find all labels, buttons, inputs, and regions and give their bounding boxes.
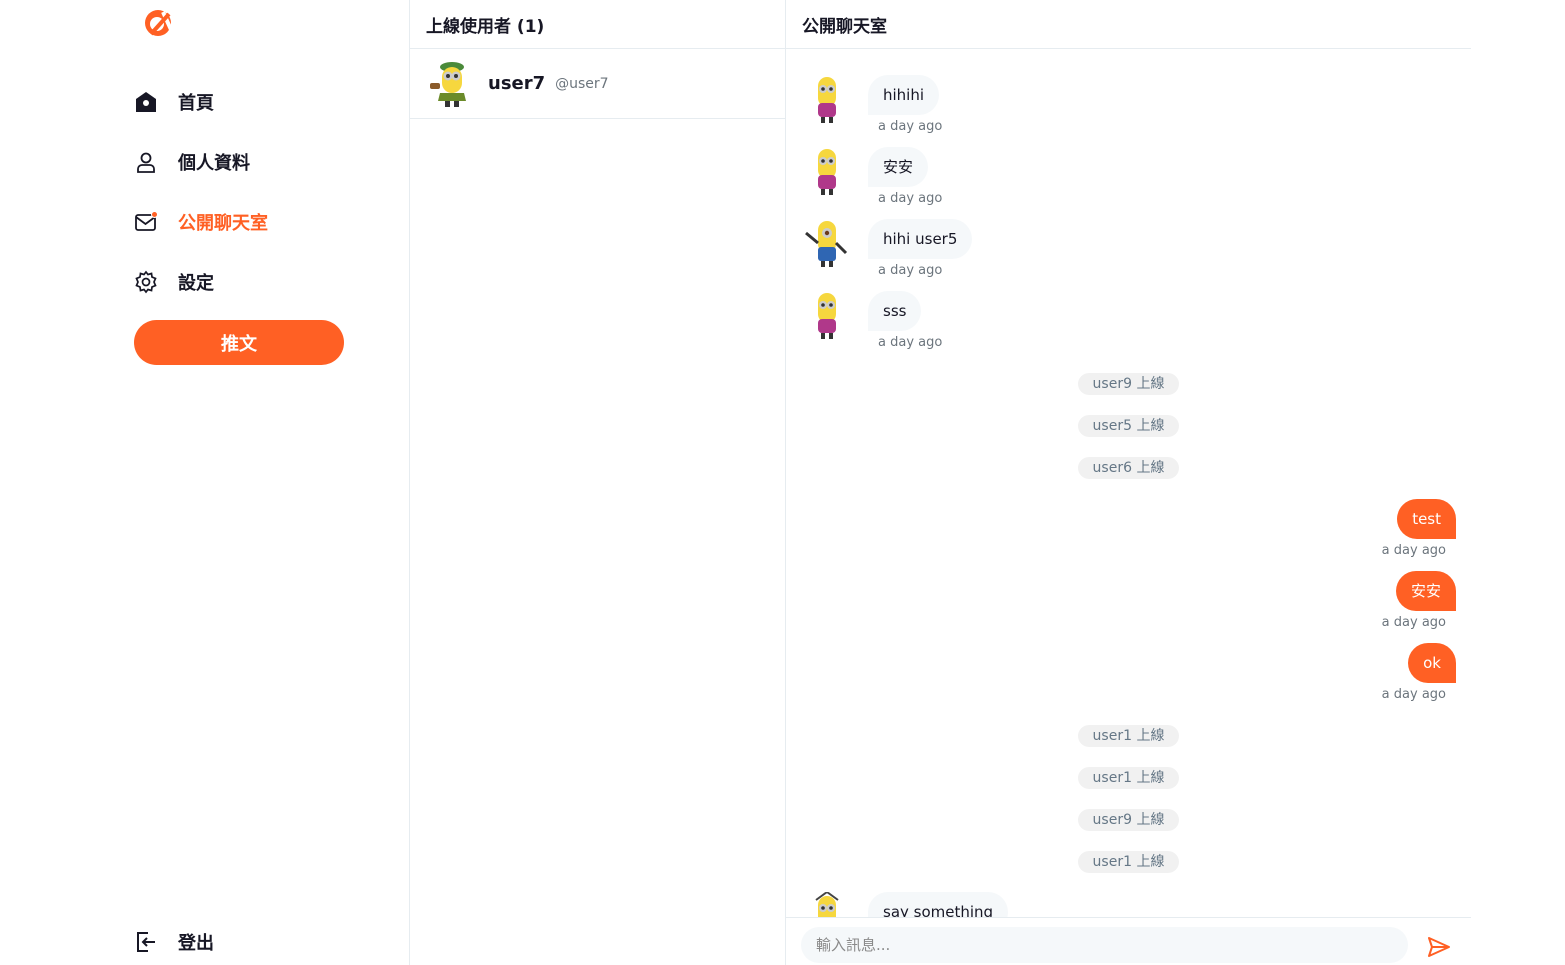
- message-incoming: 安安 a day ago: [802, 147, 942, 206]
- system-notice: user1 上線: [786, 851, 1471, 873]
- message-incoming: sss a day ago: [802, 291, 942, 350]
- message-outgoing: ok a day ago: [1382, 643, 1456, 702]
- online-users-panel: 上線使用者 (1) user7 @user7: [410, 0, 786, 965]
- system-notice: user9 上線: [786, 809, 1471, 831]
- message-time: a day ago: [1381, 615, 1446, 630]
- logout-icon: [134, 930, 158, 954]
- nav-item-label: 設定: [178, 273, 214, 294]
- system-notice-text: user1 上線: [1077, 851, 1180, 873]
- online-users-title: 上線使用者 (1): [410, 0, 785, 49]
- system-notice-text: user6 上線: [1077, 457, 1180, 479]
- message-time: a day ago: [878, 119, 943, 134]
- online-user-row[interactable]: user7 @user7: [410, 49, 785, 119]
- logout-label: 登出: [178, 933, 214, 954]
- chat-panel: 公開聊天室 hihihi a day ago 安安 a day ago hihi…: [786, 0, 1471, 965]
- message-time: a day ago: [1381, 543, 1446, 558]
- online-user-account: @user7: [555, 75, 609, 92]
- mail-icon: [134, 210, 158, 234]
- message-outgoing: 安安 a day ago: [1382, 571, 1456, 630]
- system-notice: user5 上線: [786, 415, 1471, 437]
- nav-item-home[interactable]: 首頁: [134, 87, 214, 117]
- avatar[interactable]: [802, 75, 852, 125]
- nav-item-label: 首頁: [178, 93, 214, 114]
- message-bubble: test: [1397, 499, 1456, 539]
- system-notice: user6 上線: [786, 457, 1471, 479]
- logo-icon[interactable]: [141, 4, 177, 40]
- logout-button[interactable]: 登出: [134, 927, 214, 957]
- home-icon: [134, 90, 158, 114]
- message-incoming: hihihi a day ago: [802, 75, 942, 134]
- system-notice-text: user1 上線: [1077, 725, 1180, 747]
- nav-item-label: 個人資料: [178, 153, 250, 174]
- avatar[interactable]: [802, 892, 852, 917]
- gear-icon: [134, 270, 158, 294]
- message-bubble: sss: [868, 291, 922, 331]
- avatar[interactable]: [426, 58, 476, 109]
- chat-title: 公開聊天室: [786, 0, 1471, 49]
- message-time: a day ago: [878, 335, 943, 350]
- nav-item-profile[interactable]: 個人資料: [134, 147, 250, 177]
- message-list[interactable]: hihihi a day ago 安安 a day ago hihi user5…: [786, 50, 1471, 917]
- system-notice: user9 上線: [786, 373, 1471, 395]
- nav-item-settings[interactable]: 設定: [134, 267, 214, 297]
- message-bubble: hihihi: [868, 75, 940, 115]
- nav-item-label: 公開聊天室: [178, 213, 268, 234]
- system-notice: user1 上線: [786, 725, 1471, 747]
- message-bubble: 安安: [868, 147, 929, 187]
- tweet-button[interactable]: 推文: [134, 320, 344, 365]
- online-user-name[interactable]: user7: [488, 73, 545, 94]
- message-bubble: ok: [1408, 643, 1456, 683]
- send-icon[interactable]: [1427, 935, 1451, 959]
- system-notice-text: user9 上線: [1077, 809, 1180, 831]
- system-notice-text: user9 上線: [1077, 373, 1180, 395]
- sidebar-nav: 首頁 個人資料 公開聊天室 設定 推文 登出: [0, 0, 410, 965]
- avatar[interactable]: [802, 291, 852, 341]
- message-time: a day ago: [1381, 687, 1446, 702]
- nav-item-public-chat[interactable]: 公開聊天室: [134, 207, 268, 237]
- message-input[interactable]: [801, 927, 1408, 963]
- message-bubble: say something: [868, 892, 1009, 917]
- system-notice: user1 上線: [786, 767, 1471, 789]
- system-notice-text: user1 上線: [1077, 767, 1180, 789]
- avatar[interactable]: [802, 147, 852, 197]
- message-outgoing: test a day ago: [1382, 499, 1456, 558]
- message-bubble: hihi user5: [868, 219, 973, 259]
- message-time: a day ago: [878, 263, 943, 278]
- system-notice-text: user5 上線: [1077, 415, 1180, 437]
- message-bubble: 安安: [1395, 571, 1456, 611]
- message-time: a day ago: [878, 191, 943, 206]
- message-input-bar: [786, 917, 1471, 965]
- message-incoming: say something: [802, 892, 1009, 917]
- user-icon: [134, 150, 158, 174]
- avatar[interactable]: [802, 219, 852, 269]
- message-incoming: hihi user5 a day ago: [802, 219, 973, 278]
